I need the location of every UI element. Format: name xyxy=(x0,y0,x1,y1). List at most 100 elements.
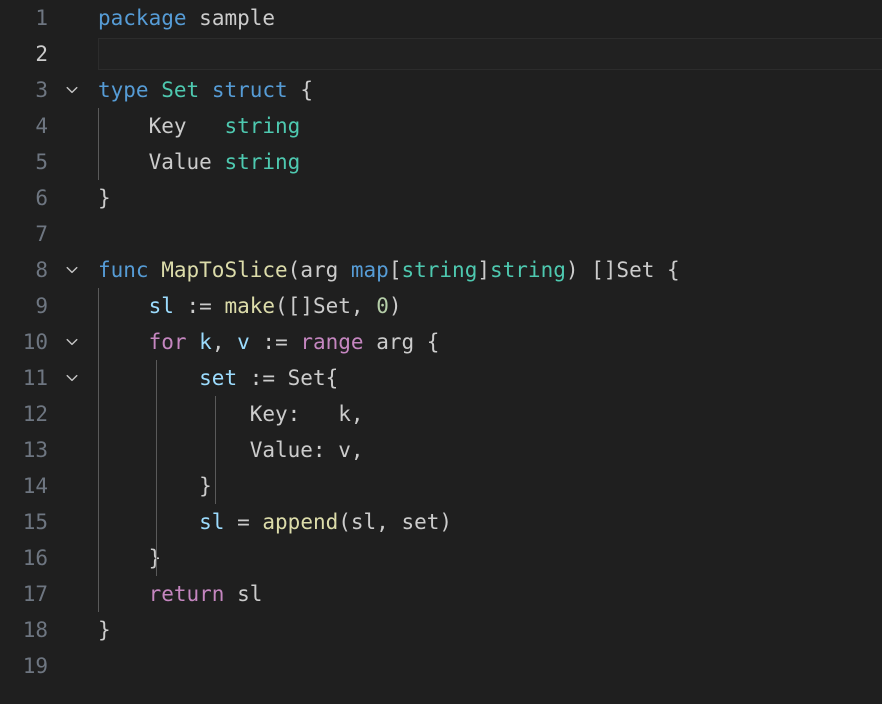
code-token: ] xyxy=(477,258,490,282)
chevron-down-icon[interactable] xyxy=(62,260,82,280)
code-token: } xyxy=(98,546,162,570)
code-line[interactable]: 5 Value string xyxy=(0,144,882,180)
code-line[interactable]: 13 Value: v, xyxy=(0,432,882,468)
line-number: 2 xyxy=(35,42,48,66)
code-line[interactable]: 17 return sl xyxy=(0,576,882,612)
code-token: { xyxy=(287,78,313,102)
line-number: 9 xyxy=(35,294,48,318)
code-token: Key: k, xyxy=(98,402,364,426)
code-line[interactable]: 10 for k, v := range arg { xyxy=(0,324,882,360)
line-number: 6 xyxy=(35,186,48,210)
code-token: string xyxy=(401,258,478,282)
code-text[interactable]: package sample xyxy=(98,0,882,36)
code-token: := Set{ xyxy=(237,366,339,390)
chevron-down-icon[interactable] xyxy=(62,332,82,352)
line-number: 8 xyxy=(35,258,48,282)
code-text[interactable]: } xyxy=(98,612,882,648)
code-text[interactable]: Key: k, xyxy=(98,396,882,432)
code-token: for xyxy=(148,330,187,354)
indent-guide xyxy=(156,360,157,396)
code-token: sample xyxy=(199,6,276,30)
code-token: v xyxy=(237,330,250,354)
code-token: := xyxy=(173,294,225,318)
code-token: (arg xyxy=(287,258,351,282)
code-line[interactable]: 14 } xyxy=(0,468,882,504)
indent-guide xyxy=(98,360,99,396)
code-token: ) xyxy=(388,294,402,318)
code-text[interactable]: } xyxy=(98,540,882,576)
code-text[interactable]: sl = append(sl, set) xyxy=(98,504,882,540)
code-token: , xyxy=(211,330,238,354)
code-token: 0 xyxy=(376,294,389,318)
code-token: arg { xyxy=(363,330,440,354)
indent-guide xyxy=(98,288,99,324)
chevron-down-icon[interactable] xyxy=(62,80,82,100)
code-line[interactable]: 4 Key string xyxy=(0,108,882,144)
code-line[interactable]: 9 sl := make([]Set, 0) xyxy=(0,288,882,324)
indent-guide xyxy=(156,540,157,576)
indent-guide xyxy=(156,396,157,432)
code-text[interactable]: } xyxy=(98,180,882,216)
code-text[interactable]: for k, v := range arg { xyxy=(98,324,882,360)
code-line[interactable]: 11 set := Set{ xyxy=(0,360,882,396)
code-line[interactable]: 2 xyxy=(0,36,882,72)
code-token: = xyxy=(224,510,263,534)
code-text[interactable]: func MapToSlice(arg map[string]string) [… xyxy=(98,252,882,288)
code-token: ) []Set { xyxy=(565,258,680,282)
code-line[interactable]: 8 func MapToSlice(arg map[string]string) … xyxy=(0,252,882,288)
code-text[interactable]: } xyxy=(98,468,882,504)
code-line[interactable]: 18} xyxy=(0,612,882,648)
code-text[interactable]: type Set struct { xyxy=(98,72,882,108)
code-token: func xyxy=(98,258,149,282)
chevron-down-icon[interactable] xyxy=(62,368,82,388)
code-token: string xyxy=(490,258,566,282)
code-token: ([]Set, xyxy=(275,294,377,318)
code-editor[interactable]: 1 package sample 2 3 type Set struct {4 Key … xyxy=(0,0,882,704)
line-number: 16 xyxy=(22,546,48,570)
code-line[interactable]: 19 xyxy=(0,648,882,684)
indent-guide xyxy=(98,144,99,180)
code-line[interactable]: 3 type Set struct { xyxy=(0,72,882,108)
code-text[interactable]: Value: v, xyxy=(98,432,882,468)
indent-guide xyxy=(215,396,216,432)
line-number: 11 xyxy=(22,366,48,390)
code-token: [ xyxy=(388,258,402,282)
code-token: sl xyxy=(148,294,174,318)
code-line[interactable]: 16 } xyxy=(0,540,882,576)
code-text[interactable]: Key string xyxy=(98,108,882,144)
indent-guide xyxy=(98,108,99,144)
code-token: Key xyxy=(98,114,225,138)
code-text[interactable]: sl := make([]Set, 0) xyxy=(98,288,882,324)
code-token: make xyxy=(224,294,276,318)
code-line[interactable]: 6} xyxy=(0,180,882,216)
code-text[interactable]: Value string xyxy=(98,144,882,180)
code-token: sl xyxy=(224,582,263,606)
code-token: package xyxy=(98,6,187,30)
active-line-highlight xyxy=(98,38,882,70)
line-number: 10 xyxy=(22,330,48,354)
code-line[interactable]: 15 sl = append(sl, set) xyxy=(0,504,882,540)
code-line[interactable]: 7 xyxy=(0,216,882,252)
indent-guide xyxy=(98,396,99,432)
code-token: struct xyxy=(211,78,288,102)
line-number: 17 xyxy=(22,582,48,606)
indent-guide xyxy=(98,540,99,576)
code-token: Value: v, xyxy=(98,438,364,462)
code-line[interactable]: 1 package sample xyxy=(0,0,882,36)
code-text[interactable]: set := Set{ xyxy=(98,360,882,396)
line-number: 1 xyxy=(35,6,48,30)
indent-guide xyxy=(215,432,216,468)
code-token: string xyxy=(224,150,301,174)
line-number: 18 xyxy=(22,618,48,642)
code-token: string xyxy=(224,114,301,138)
code-line[interactable]: 12 Key: k, xyxy=(0,396,882,432)
code-text[interactable]: return sl xyxy=(98,576,882,612)
indent-guide xyxy=(98,468,99,504)
